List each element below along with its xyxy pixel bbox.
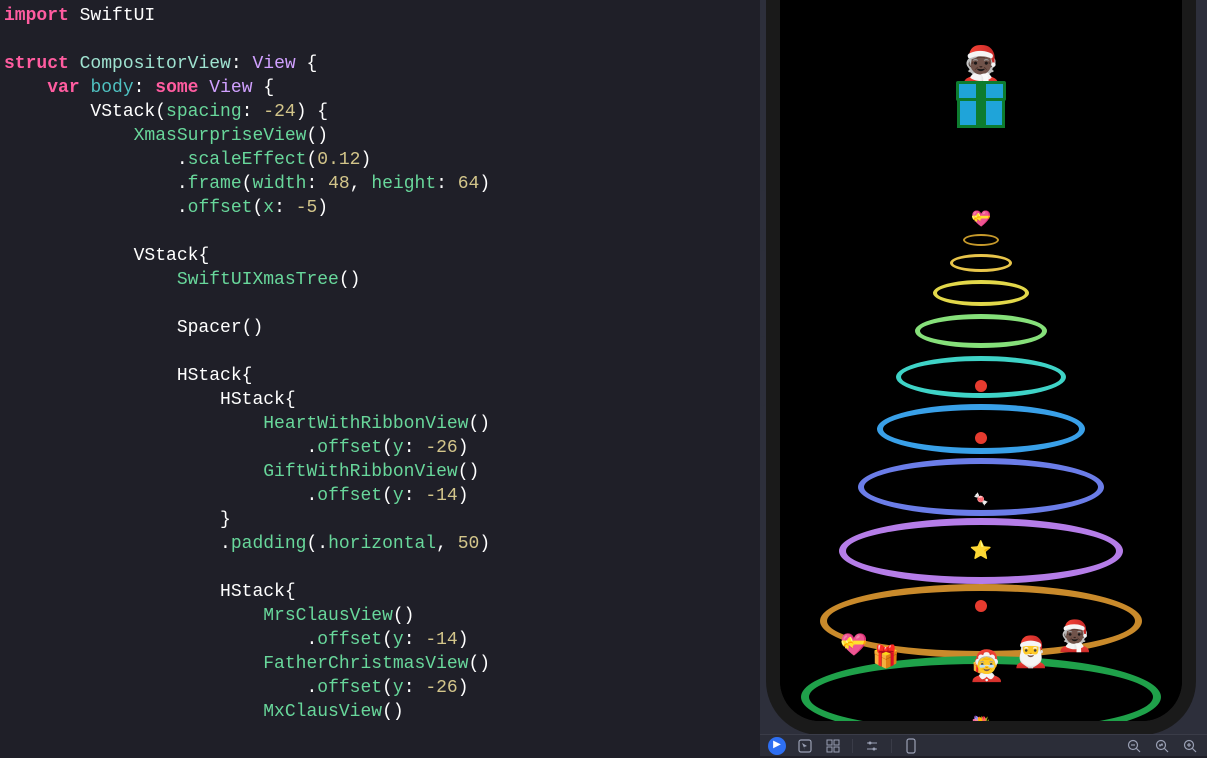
mod-swiftui: SwiftUI bbox=[80, 6, 156, 26]
call-offset3: offset bbox=[317, 486, 382, 506]
tree-ring bbox=[877, 404, 1085, 454]
tree-ring bbox=[963, 234, 999, 246]
mrs-claus-icon: 🤶 bbox=[968, 657, 1005, 681]
num-y2: -14 bbox=[425, 486, 457, 506]
tree-ornament bbox=[975, 432, 987, 444]
kw-struct: struct bbox=[4, 54, 69, 74]
param-y3: y bbox=[393, 630, 404, 650]
tree-ornament: 💝 bbox=[971, 208, 991, 232]
num-x: -5 bbox=[296, 198, 318, 218]
prop-body: body bbox=[90, 78, 133, 98]
preview-canvas[interactable]: 🧑🏿‍🎄 💝🍬⭐🎁💐 💝 🎁 🤶 🎅 🧑🏿‍🎄 bbox=[780, 0, 1182, 721]
call-heart: HeartWithRibbonView bbox=[263, 414, 468, 434]
num-spacing: -24 bbox=[263, 102, 295, 122]
param-y4: y bbox=[393, 678, 404, 698]
toolbar-separator bbox=[852, 739, 853, 753]
proto-view: View bbox=[252, 54, 295, 74]
num-scale: 0.12 bbox=[317, 150, 360, 170]
type-compositor: CompositorView bbox=[80, 54, 231, 74]
preview-pane: 🧑🏿‍🎄 💝🍬⭐🎁💐 💝 🎁 🤶 🎅 🧑🏿‍🎄 ▶ bbox=[760, 0, 1207, 756]
tree-ornament: 🍬 bbox=[974, 488, 989, 512]
zoom-fit-button[interactable] bbox=[1153, 737, 1171, 755]
preview-toolbar: ▶ bbox=[760, 734, 1207, 756]
call-hstack2: HStack bbox=[220, 390, 285, 410]
call-padding: padding bbox=[231, 534, 307, 554]
father-christmas-icon: 🎅 bbox=[1012, 643, 1049, 667]
variants-button[interactable] bbox=[824, 737, 842, 755]
call-xmastree: SwiftUIXmasTree bbox=[177, 270, 339, 290]
tree-topper: 🧑🏿‍🎄 bbox=[957, 50, 1005, 128]
num-pad: 50 bbox=[458, 534, 480, 554]
device-frame: 🧑🏿‍🎄 💝🍬⭐🎁💐 💝 🎁 🤶 🎅 🧑🏿‍🎄 bbox=[766, 0, 1196, 735]
param-x: x bbox=[263, 198, 274, 218]
tree-ornament bbox=[975, 600, 987, 612]
toolbar-separator bbox=[891, 739, 892, 753]
heart-ribbon-icon: 💝 bbox=[840, 635, 867, 659]
device-side-button bbox=[761, 250, 765, 320]
zoom-in-button[interactable] bbox=[1181, 737, 1199, 755]
num-y1: -26 bbox=[425, 438, 457, 458]
tree-ornament bbox=[975, 380, 987, 392]
kw-import: import bbox=[4, 6, 69, 26]
call-vstack2: VStack bbox=[134, 246, 199, 266]
mx-claus-bottom-icon: 🧑🏿‍🎄 bbox=[1056, 627, 1093, 651]
tree-ornament: ⭐ bbox=[970, 540, 992, 564]
device-settings-button[interactable] bbox=[863, 737, 881, 755]
call-vstack: VStack bbox=[90, 102, 155, 122]
call-frame: frame bbox=[188, 174, 242, 194]
code-editor[interactable]: import SwiftUI struct CompositorView: Vi… bbox=[0, 0, 760, 756]
param-width: width bbox=[252, 174, 306, 194]
call-hstack3: HStack bbox=[220, 582, 285, 602]
tree-ring bbox=[915, 314, 1047, 348]
call-mx: MxClausView bbox=[263, 702, 382, 722]
param-height: height bbox=[371, 174, 436, 194]
num-height: 64 bbox=[458, 174, 480, 194]
num-width: 48 bbox=[328, 174, 350, 194]
device-side-button bbox=[761, 336, 765, 406]
preview-device-button[interactable] bbox=[902, 737, 920, 755]
call-offset4: offset bbox=[317, 630, 382, 650]
param-y2: y bbox=[393, 486, 404, 506]
tree-ring bbox=[820, 584, 1142, 658]
call-spacer: Spacer bbox=[177, 318, 242, 338]
num-y4: -26 bbox=[425, 678, 457, 698]
num-y3: -14 bbox=[425, 630, 457, 650]
call-mrs: MrsClausView bbox=[263, 606, 393, 626]
call-scale: scaleEffect bbox=[188, 150, 307, 170]
type-view: View bbox=[209, 78, 252, 98]
call-father: FatherChristmasView bbox=[263, 654, 468, 674]
zoom-out-button[interactable] bbox=[1125, 737, 1143, 755]
tree-ring bbox=[950, 254, 1012, 272]
param-y1: y bbox=[393, 438, 404, 458]
gift-ribbon-icon: 🎁 bbox=[872, 647, 899, 671]
kw-some: some bbox=[155, 78, 198, 98]
enum-horizontal: horizontal bbox=[328, 534, 436, 554]
param-spacing: spacing bbox=[166, 102, 242, 122]
call-offset5: offset bbox=[317, 678, 382, 698]
call-gift: GiftWithRibbonView bbox=[263, 462, 457, 482]
call-offset2: offset bbox=[317, 438, 382, 458]
tree-ornament: 💐 bbox=[970, 716, 992, 735]
tree-ring bbox=[933, 280, 1029, 306]
gift-box-icon bbox=[957, 88, 1005, 128]
call-offset1: offset bbox=[188, 198, 253, 218]
device-side-button bbox=[1198, 280, 1202, 380]
live-preview-play-button[interactable]: ▶ bbox=[768, 737, 786, 755]
selectable-toggle-button[interactable] bbox=[796, 737, 814, 755]
call-hstack1: HStack bbox=[177, 366, 242, 386]
device-side-button bbox=[761, 190, 765, 230]
kw-var: var bbox=[47, 78, 79, 98]
call-xmassurprise: XmasSurpriseView bbox=[134, 126, 307, 146]
